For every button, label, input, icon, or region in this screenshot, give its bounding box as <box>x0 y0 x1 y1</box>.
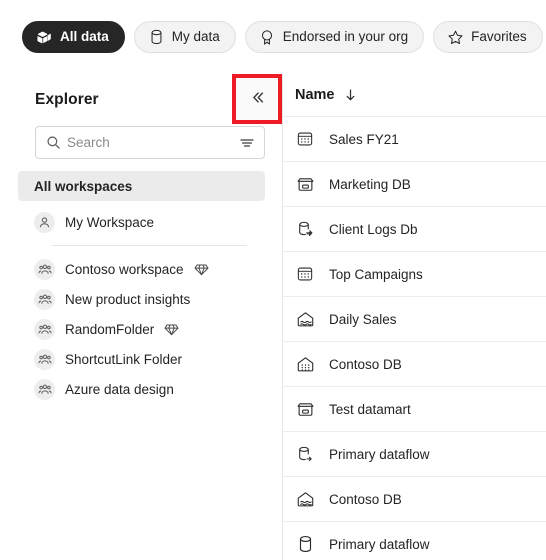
workspace-label: RandomFolder <box>65 321 155 337</box>
column-header-label: Name <box>295 87 335 103</box>
endorsement-badge-icon <box>259 29 276 46</box>
lakehouse-icon <box>295 489 315 509</box>
dataflow-icon <box>295 219 315 239</box>
list-item-label: Sales FY21 <box>329 131 399 147</box>
dataset-icon <box>295 534 315 554</box>
star-icon <box>447 29 464 46</box>
filter-pill-all-data[interactable]: All data <box>22 21 125 53</box>
stacked-layers-icon <box>36 29 53 46</box>
sidebar-item-azure-data-design[interactable]: Azure data design <box>18 374 265 404</box>
explorer-panel: Explorer All workspaces <box>0 74 283 560</box>
filter-pill-label: Endorsed in your org <box>282 29 409 45</box>
search-icon <box>46 135 61 150</box>
group-avatar-icon <box>34 378 55 400</box>
lakehouse-icon <box>295 309 315 329</box>
workspace-label: Azure data design <box>65 381 174 397</box>
list-item[interactable]: Daily Sales <box>283 296 546 341</box>
list-item-label: Daily Sales <box>329 311 397 327</box>
list-item-label: Primary dataflow <box>329 446 430 462</box>
workspace-label: All workspaces <box>34 178 133 194</box>
sidebar-item-contoso-workspace[interactable]: Contoso workspace <box>18 254 265 284</box>
premium-diamond-icon <box>164 323 179 336</box>
filter-pill-label: Favorites <box>471 29 527 45</box>
search-box[interactable] <box>35 126 265 159</box>
person-avatar-icon <box>34 211 55 233</box>
list-item-label: Contoso DB <box>329 491 402 507</box>
list-item[interactable]: Primary dataflow <box>283 521 546 560</box>
workspace-label: New product insights <box>65 291 191 307</box>
workspace-label: My Workspace <box>65 214 155 230</box>
list-item[interactable]: Contoso DB <box>283 476 546 521</box>
list-item-label: Top Campaigns <box>329 266 423 282</box>
sidebar-item-shortcutlink-folder[interactable]: ShortcutLink Folder <box>18 344 265 374</box>
filter-pill-bar: All data My data Endorsed in your org Fa… <box>0 0 546 74</box>
report-icon <box>295 264 315 284</box>
search-input[interactable] <box>61 135 239 150</box>
filter-lines-icon[interactable] <box>239 136 255 150</box>
filter-pill-favorites[interactable]: Favorites <box>433 21 543 53</box>
datamart-icon <box>295 174 315 194</box>
column-header-name[interactable]: Name <box>283 74 546 116</box>
item-list-panel: Name Sales FY21 Marketing DB Client Logs… <box>283 74 546 560</box>
database-cylinder-icon <box>148 29 165 46</box>
list-item[interactable]: Sales FY21 <box>283 116 546 161</box>
list-item[interactable]: Client Logs Db <box>283 206 546 251</box>
arrow-down-icon <box>344 88 357 102</box>
premium-diamond-icon <box>194 263 209 276</box>
workspace-list: All workspaces My Workspace Contoso work… <box>0 171 283 404</box>
list-item-label: Primary dataflow <box>329 536 430 552</box>
filter-pill-my-data[interactable]: My data <box>133 21 236 53</box>
group-avatar-icon <box>34 318 55 340</box>
workspace-label: ShortcutLink Folder <box>65 351 183 367</box>
filter-pill-label: My data <box>171 29 220 45</box>
list-item[interactable]: Contoso DB <box>283 341 546 386</box>
filter-pill-endorsed-in-your-org[interactable]: Endorsed in your org <box>244 21 425 53</box>
fabric-data-hub-explorer: All data My data Endorsed in your org Fa… <box>0 0 546 560</box>
workspace-label: Contoso workspace <box>65 261 184 277</box>
page-title: Explorer <box>35 91 99 108</box>
divider <box>52 245 247 246</box>
list-item-label: Marketing DB <box>329 176 411 192</box>
list-item-label: Test datamart <box>329 401 411 417</box>
list-item-label: Client Logs Db <box>329 221 418 237</box>
group-avatar-icon <box>34 258 55 280</box>
datamart-icon <box>295 399 315 419</box>
group-avatar-icon <box>34 348 55 370</box>
sidebar-item-randomfolder[interactable]: RandomFolder <box>18 314 265 344</box>
dataflow-icon <box>295 444 315 464</box>
collapse-explorer-button[interactable] <box>236 78 278 120</box>
sidebar-item-new-product-insights[interactable]: New product insights <box>18 284 265 314</box>
sidebar-item-my-workspace[interactable]: My Workspace <box>18 207 265 237</box>
double-chevron-left-icon <box>249 89 266 109</box>
report-icon <box>295 129 315 149</box>
list-item[interactable]: Marketing DB <box>283 161 546 206</box>
warehouse-icon <box>295 354 315 374</box>
filter-pill-label: All data <box>60 29 109 45</box>
sidebar-item-all-workspaces[interactable]: All workspaces <box>18 171 265 201</box>
group-avatar-icon <box>34 288 55 310</box>
list-item-label: Contoso DB <box>329 356 402 372</box>
list-item[interactable]: Top Campaigns <box>283 251 546 296</box>
list-item[interactable]: Test datamart <box>283 386 546 431</box>
list-item[interactable]: Primary dataflow <box>283 431 546 476</box>
